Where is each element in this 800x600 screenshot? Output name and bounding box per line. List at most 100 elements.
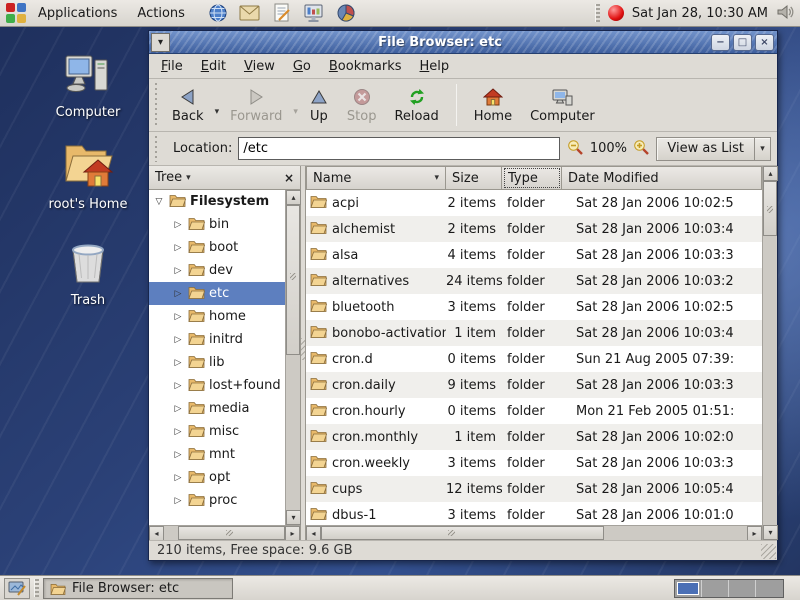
scrollbar-thumb[interactable] <box>286 205 300 355</box>
workspace-3[interactable] <box>729 580 756 597</box>
scrollbar-thumb[interactable] <box>178 526 285 540</box>
file-row[interactable]: alternatives 24 items folder Sat 28 Jan … <box>306 268 762 294</box>
workspace-1[interactable] <box>675 580 702 597</box>
file-row[interactable]: cron.weekly 3 items folder Sat 28 Jan 20… <box>306 450 762 476</box>
tree-item[interactable]: ▷ boot <box>149 236 285 259</box>
file-row[interactable]: cron.daily 9 items folder Sat 28 Jan 200… <box>306 372 762 398</box>
menu-file[interactable]: File <box>153 56 191 77</box>
expander-icon[interactable]: ▽ <box>153 197 165 207</box>
expander-icon[interactable]: ▷ <box>172 243 184 253</box>
file-row[interactable]: alsa 4 items folder Sat 28 Jan 2006 10:0… <box>306 242 762 268</box>
list-horizontal-scrollbar[interactable]: ◂ ▸ <box>306 525 762 540</box>
file-row[interactable]: cups 12 items folder Sat 28 Jan 2006 10:… <box>306 476 762 502</box>
show-desktop-button[interactable] <box>4 578 30 599</box>
scroll-left-icon[interactable]: ◂ <box>149 526 164 541</box>
expander-icon[interactable]: ▷ <box>172 266 184 276</box>
tree-item[interactable]: ▷ misc <box>149 420 285 443</box>
clock[interactable]: Sat Jan 28, 10:30 AM <box>632 6 768 21</box>
tree-vertical-scrollbar[interactable]: ▴ ▾ <box>285 190 300 525</box>
tree-item[interactable]: ▷ home <box>149 305 285 328</box>
workspace-2[interactable] <box>702 580 729 597</box>
column-header-name[interactable]: Name ▾ <box>306 166 446 190</box>
tree-item[interactable]: ▷ lib <box>149 351 285 374</box>
tree-item[interactable]: ▽ Filesystem <box>149 190 285 213</box>
expander-icon[interactable]: ▷ <box>172 496 184 506</box>
file-row[interactable]: cron.monthly 1 item folder Sat 28 Jan 20… <box>306 424 762 450</box>
tree-item[interactable]: ▷ initrd <box>149 328 285 351</box>
pane-splitter[interactable] <box>301 166 306 540</box>
menu-applications[interactable]: Applications <box>30 4 125 23</box>
window-menu-button[interactable]: ▾ <box>151 33 170 52</box>
file-row[interactable]: cron.hourly 0 items folder Mon 21 Feb 20… <box>306 398 762 424</box>
task-button-file-browser[interactable]: File Browser: etc <box>43 578 233 599</box>
side-pane-header[interactable]: Tree ▾ × <box>149 166 300 190</box>
zoom-out-icon[interactable] <box>567 139 584 159</box>
main-menu-icon[interactable] <box>6 3 26 23</box>
tree-item[interactable]: ▷ dev <box>149 259 285 282</box>
column-header-date-modified[interactable]: Date Modified <box>562 166 762 190</box>
computer-button[interactable]: Computer <box>521 83 604 127</box>
tree-horizontal-scrollbar[interactable]: ◂ ▸ <box>149 525 300 540</box>
expander-icon[interactable]: ▷ <box>172 289 184 299</box>
tree-item[interactable]: ▷ bin <box>149 213 285 236</box>
desktop-icon-home[interactable]: root's Home <box>33 140 143 212</box>
close-button[interactable]: × <box>755 34 774 51</box>
scroll-left-icon[interactable]: ◂ <box>306 526 321 541</box>
scroll-up-icon[interactable]: ▴ <box>286 190 301 205</box>
home-button[interactable]: Home <box>465 83 521 127</box>
scrollbar-thumb[interactable] <box>321 526 604 540</box>
stop-button[interactable]: Stop <box>338 83 386 127</box>
file-row[interactable]: bluetooth 3 items folder Sat 28 Jan 2006… <box>306 294 762 320</box>
expander-icon[interactable]: ▷ <box>172 358 184 368</box>
menu-help[interactable]: Help <box>412 56 458 77</box>
tree-item[interactable]: ▷ opt <box>149 466 285 489</box>
spreadsheet-icon[interactable] <box>335 2 357 24</box>
menu-view[interactable]: View <box>236 56 283 77</box>
column-header-size[interactable]: Size <box>446 166 502 190</box>
web-browser-icon[interactable] <box>207 2 229 24</box>
up-button[interactable]: Up <box>300 83 338 127</box>
word-processor-icon[interactable] <box>271 2 293 24</box>
expander-icon[interactable]: ▷ <box>172 404 184 414</box>
menu-go[interactable]: Go <box>285 56 319 77</box>
forward-button[interactable]: Forward <box>221 83 291 127</box>
expander-icon[interactable]: ▷ <box>172 427 184 437</box>
expander-icon[interactable]: ▷ <box>172 312 184 322</box>
list-vertical-scrollbar[interactable]: ▴ ▾ <box>762 166 777 540</box>
menu-edit[interactable]: Edit <box>193 56 234 77</box>
scroll-down-icon[interactable]: ▾ <box>286 510 301 525</box>
zoom-in-icon[interactable] <box>633 139 650 159</box>
presentation-icon[interactable] <box>303 2 325 24</box>
maximize-button[interactable]: □ <box>733 34 752 51</box>
reload-button[interactable]: Reload <box>385 83 447 127</box>
expander-icon[interactable]: ▷ <box>172 381 184 391</box>
resize-grip[interactable] <box>761 544 776 559</box>
taskbar-handle[interactable] <box>34 579 39 597</box>
file-row[interactable]: dbus-1 3 items folder Sat 28 Jan 2006 10… <box>306 502 762 525</box>
menu-actions[interactable]: Actions <box>129 4 193 23</box>
tree-item[interactable]: ▷ etc <box>149 282 285 305</box>
panel-handle[interactable] <box>595 4 600 22</box>
file-row[interactable]: bonobo-activation 1 item folder Sat 28 J… <box>306 320 762 346</box>
forward-dropdown-chevron[interactable]: ▾ <box>291 93 300 117</box>
side-pane-close-icon[interactable]: × <box>284 171 294 185</box>
scroll-right-icon[interactable]: ▸ <box>747 526 762 541</box>
minimize-button[interactable]: − <box>711 34 730 51</box>
tree-item[interactable]: ▷ proc <box>149 489 285 512</box>
titlebar[interactable]: ▾ File Browser: etc − □ × <box>149 31 777 54</box>
location-input[interactable] <box>238 137 560 160</box>
column-header-type[interactable]: Type <box>502 166 562 190</box>
view-mode-select[interactable]: View as List ▾ <box>656 137 771 161</box>
scroll-down-icon[interactable]: ▾ <box>763 525 778 540</box>
menu-bookmarks[interactable]: Bookmarks <box>321 56 410 77</box>
expander-icon[interactable]: ▷ <box>172 450 184 460</box>
alert-notification-icon[interactable] <box>608 5 624 21</box>
expander-icon[interactable]: ▷ <box>172 473 184 483</box>
desktop-icon-computer[interactable]: Computer <box>33 52 143 120</box>
expander-icon[interactable]: ▷ <box>172 335 184 345</box>
tree-item[interactable]: ▷ media <box>149 397 285 420</box>
file-row[interactable]: alchemist 2 items folder Sat 28 Jan 2006… <box>306 216 762 242</box>
expander-icon[interactable]: ▷ <box>172 220 184 230</box>
tree-item[interactable]: ▷ mnt <box>149 443 285 466</box>
file-row[interactable]: acpi 2 items folder Sat 28 Jan 2006 10:0… <box>306 190 762 216</box>
